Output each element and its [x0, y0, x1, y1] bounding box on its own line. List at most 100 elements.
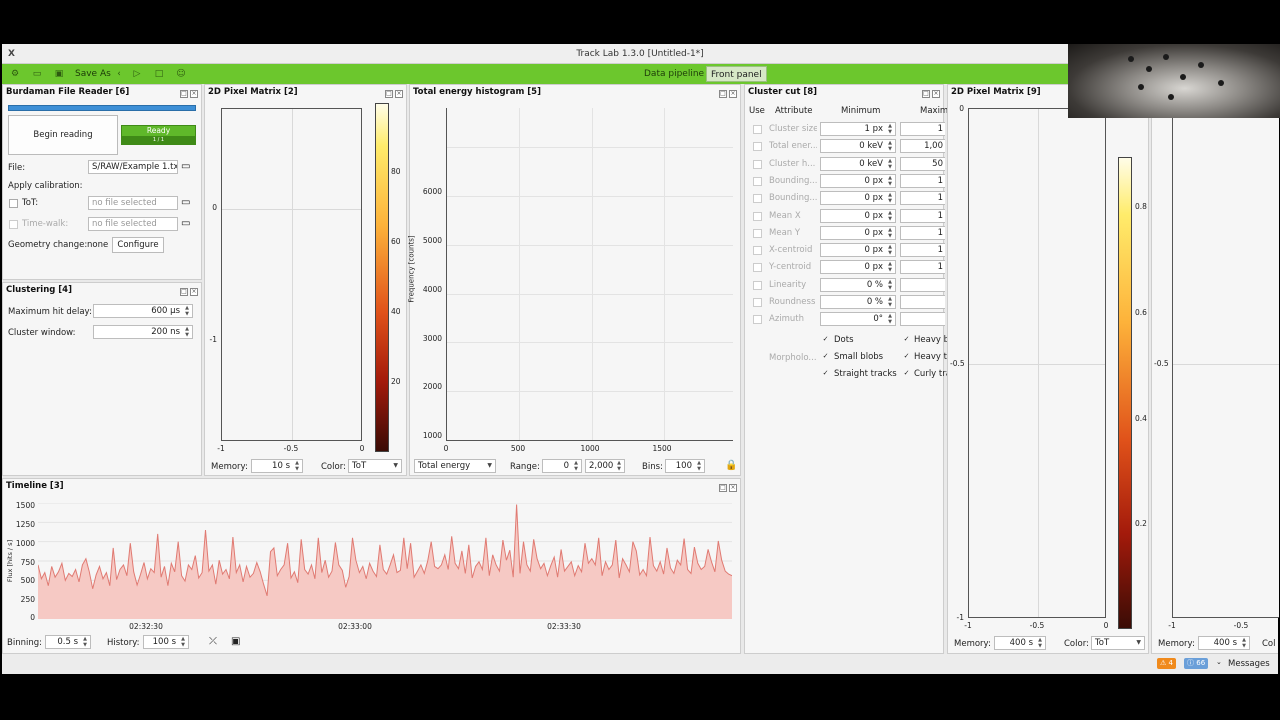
save-as-button[interactable]: Save As	[75, 67, 111, 81]
use-checkbox[interactable]	[753, 298, 762, 307]
minimum-input[interactable]: 0 px ▲ ▼	[820, 191, 896, 206]
quantity-select[interactable]: Total energy ▼	[414, 459, 496, 473]
maximum-input[interactable]: 1	[900, 191, 945, 206]
spin-icon[interactable]: ▲ ▼	[886, 313, 894, 325]
use-checkbox[interactable]	[753, 159, 762, 169]
binning-input[interactable]: 0.5 s ▲ ▼	[45, 635, 91, 649]
begin-reading-button[interactable]: Begin reading	[8, 115, 118, 155]
matrix-plot[interactable]	[221, 108, 362, 441]
use-checkbox[interactable]	[753, 280, 762, 290]
spin-icon[interactable]: ▲ ▼	[183, 326, 191, 338]
minimum-input[interactable]: 0° ▲ ▼	[820, 312, 896, 327]
spin-icon[interactable]: ▲ ▼	[1240, 637, 1248, 649]
spin-icon[interactable]: ▲ ▼	[886, 158, 894, 170]
spin-icon[interactable]: ▲ ▼	[81, 636, 89, 648]
minimum-input[interactable]: 0 % ▲ ▼	[820, 277, 896, 292]
use-checkbox[interactable]	[753, 194, 762, 204]
maximum-input[interactable]: 1	[900, 173, 945, 188]
close-icon[interactable]: ×	[190, 288, 198, 296]
spin-icon[interactable]: ▲ ▼	[886, 140, 894, 152]
float-icon[interactable]: □	[180, 90, 188, 98]
close-icon[interactable]: ×	[729, 90, 737, 98]
folder-icon[interactable]: ▭	[181, 197, 190, 208]
file-path-field[interactable]: S/RAW/Example 1.txt	[88, 160, 178, 174]
spin-icon[interactable]: ▲ ▼	[695, 460, 703, 472]
info-badge[interactable]: ⓘ 66	[1184, 658, 1209, 669]
minimum-input[interactable]: 0 px ▲ ▼	[820, 243, 896, 258]
small-blobs-checkbox[interactable]: ✓	[821, 353, 830, 362]
tab-front-panel[interactable]: Front panel	[706, 66, 767, 82]
use-checkbox[interactable]	[753, 246, 762, 256]
autoscale-off-icon[interactable]: ⤫	[209, 636, 217, 647]
maximum-input[interactable]	[900, 295, 945, 309]
spin-icon[interactable]: ▲ ▼	[886, 192, 894, 204]
memory-input[interactable]: 400 s ▲ ▼	[1198, 636, 1250, 650]
tab-data-pipeline[interactable]: Data pipeline	[640, 66, 708, 82]
float-icon[interactable]: □	[922, 90, 930, 98]
close-icon[interactable]: ×	[190, 90, 198, 98]
maximum-input[interactable]: 50	[900, 156, 945, 171]
spin-icon[interactable]: ▲ ▼	[886, 296, 894, 308]
chevron-down-icon[interactable]: ⌄	[1216, 658, 1222, 666]
stop-icon[interactable]: □	[152, 67, 166, 81]
configure-button[interactable]: Configure	[112, 237, 164, 253]
save-icon[interactable]: ▣	[52, 67, 66, 81]
maximum-input[interactable]: 1	[900, 260, 945, 275]
close-icon[interactable]: ×	[729, 484, 737, 492]
cluster-window-input[interactable]: 200 ns ▲ ▼	[93, 325, 193, 339]
minimum-input[interactable]: 0 px ▲ ▼	[820, 208, 896, 223]
memory-input[interactable]: 400 s ▲ ▼	[994, 636, 1046, 650]
spin-icon[interactable]: ▲ ▼	[886, 227, 894, 239]
spin-icon[interactable]: ▲ ▼	[183, 305, 191, 317]
timeline-chart[interactable]	[38, 503, 732, 619]
float-icon[interactable]: □	[385, 90, 393, 98]
spin-icon[interactable]: ▲ ▼	[179, 636, 187, 648]
spin-icon[interactable]: ▲ ▼	[886, 279, 894, 291]
play-icon[interactable]: ▷	[130, 67, 144, 81]
messages-button[interactable]: Messages	[1228, 659, 1270, 669]
save-icon[interactable]: ▣	[231, 636, 240, 647]
maximum-input[interactable]: 1	[900, 225, 945, 240]
heavy-blobs-checkbox[interactable]: ✓	[902, 336, 911, 345]
maximum-input[interactable]: 1	[900, 243, 945, 258]
spin-icon[interactable]: ▲ ▼	[886, 210, 894, 222]
memory-input[interactable]: 10 s ▲ ▼	[251, 459, 303, 473]
use-checkbox[interactable]	[753, 315, 762, 325]
minimum-input[interactable]: 0 px ▲ ▼	[820, 173, 896, 188]
maximum-input[interactable]: 1,00	[900, 139, 945, 154]
minimum-input[interactable]: 0 keV ▲ ▼	[820, 156, 896, 171]
use-checkbox[interactable]	[753, 263, 762, 273]
minimum-input[interactable]: 0 % ▲ ▼	[820, 295, 896, 309]
spin-icon[interactable]: ▲ ▼	[572, 460, 580, 472]
minimum-input[interactable]: 0 px ▲ ▼	[820, 260, 896, 275]
spin-icon[interactable]: ▲ ▼	[293, 460, 301, 472]
tot-file-field[interactable]: no file selected	[88, 196, 178, 210]
folder-icon[interactable]: ▭	[181, 218, 190, 229]
histogram-plot[interactable]	[446, 108, 733, 441]
minimum-input[interactable]: 1 px ▲ ▼	[820, 122, 896, 136]
timewalk-checkbox[interactable]	[9, 220, 18, 229]
bins-input[interactable]: 100 ▲ ▼	[665, 459, 705, 473]
maximum-input[interactable]: 1	[900, 122, 945, 136]
range-min-input[interactable]: 0 ▲ ▼	[542, 459, 582, 473]
minimum-input[interactable]: 0 px ▲ ▼	[820, 225, 896, 240]
back-icon[interactable]: ‹	[112, 67, 126, 81]
curly-tracks-checkbox[interactable]: ✓	[902, 370, 911, 379]
folder-icon[interactable]: ▭	[181, 161, 190, 172]
warning-badge[interactable]: ⚠ 4	[1157, 658, 1176, 669]
use-checkbox[interactable]	[753, 228, 762, 238]
color-select[interactable]: ToT ▼	[1091, 636, 1145, 650]
open-icon[interactable]: ▭	[30, 67, 44, 81]
history-input[interactable]: 100 s ▲ ▼	[143, 635, 189, 649]
use-checkbox[interactable]	[753, 176, 762, 186]
float-icon[interactable]: □	[180, 288, 188, 296]
color-select[interactable]: ToT ▼	[348, 459, 402, 473]
close-icon[interactable]: ×	[932, 90, 940, 98]
maximum-input[interactable]	[900, 277, 945, 292]
dots-checkbox[interactable]: ✓	[821, 336, 830, 345]
use-checkbox[interactable]	[753, 142, 762, 152]
spin-icon[interactable]: ▲ ▼	[615, 460, 623, 472]
float-icon[interactable]: □	[719, 90, 727, 98]
close-icon[interactable]: ×	[395, 90, 403, 98]
use-checkbox[interactable]	[753, 211, 762, 221]
